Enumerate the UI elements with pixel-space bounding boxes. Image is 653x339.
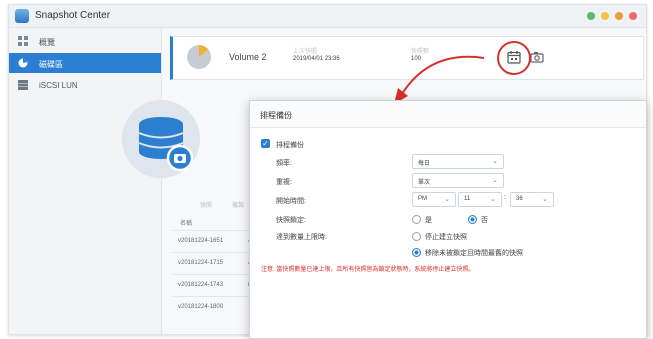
schedule-backup-dialog: 排程備份 ✓ 排程備份 頻率: 每日 ⌄ 重複: 單次 ⌄ 開始時間: PM ⌄… xyxy=(249,100,647,339)
lock-no-radio[interactable] xyxy=(468,215,477,224)
chevron-down-icon: ⌄ xyxy=(542,196,548,203)
sidebar-item-volume[interactable]: 磁碟區 xyxy=(9,53,161,73)
frequency-select[interactable]: 每日 ⌄ xyxy=(412,154,504,169)
sidebar-item-label: 磁碟區 xyxy=(39,60,63,69)
lock-yes-label: 是 xyxy=(425,217,432,224)
window-button-orange[interactable] xyxy=(615,12,623,20)
ampm-value: PM xyxy=(418,196,427,202)
remove-oldest-label: 移除未被鎖定且時間最舊的快照 xyxy=(425,250,523,257)
volume-icon xyxy=(18,58,28,68)
sidebar-item-label: iSCSI LUN xyxy=(39,81,78,90)
highlight-circle xyxy=(497,41,531,75)
stop-creating-radio[interactable] xyxy=(412,232,421,241)
overview-icon xyxy=(18,36,28,46)
repeat-value: 單次 xyxy=(418,180,431,186)
last-snapshot-value: 2019/04/01 23:36 xyxy=(293,56,340,62)
sidebar-item-iscsi-lun[interactable]: iSCSI LUN xyxy=(9,75,161,95)
sidebar-item-label: 概覽 xyxy=(39,38,55,47)
snapshot-center-logo-icon xyxy=(15,9,29,23)
snapshot-name: v20181224-1800 xyxy=(178,304,224,310)
dialog-title-bar: 排程備份 xyxy=(250,101,646,128)
lock-no-label: 否 xyxy=(481,217,488,224)
volume-name: Volume 2 xyxy=(229,52,267,62)
sidebar: 概覽 磁碟區 iSCSI LUN xyxy=(9,28,162,334)
snapshot-lock-label: 快照鎖定: xyxy=(276,217,306,224)
stop-creating-label: 停止建立快照 xyxy=(425,234,467,241)
volume-usage-icon xyxy=(187,45,211,69)
minute-value: 36 xyxy=(516,196,523,202)
frequency-label: 頻率: xyxy=(276,160,292,167)
start-time-label: 開始時間: xyxy=(276,198,306,205)
chevron-down-icon: ⌄ xyxy=(492,177,498,184)
enable-schedule-checkbox[interactable]: ✓ xyxy=(261,139,270,148)
hour-value: 11 xyxy=(464,196,471,202)
limit-reached-label: 達到數量上限時: xyxy=(276,234,327,241)
table-header-name: 名稱 xyxy=(180,221,193,227)
minute-select[interactable]: 36 ⌄ xyxy=(510,192,554,207)
enable-schedule-label: 排程備份 xyxy=(276,142,304,149)
snapshot-database-icon-bg xyxy=(122,100,200,178)
frequency-value: 每日 xyxy=(418,161,431,167)
remove-oldest-radio[interactable] xyxy=(412,248,421,257)
snapshot-name: v20181224-1651 xyxy=(178,238,224,244)
chevron-down-icon: ⌄ xyxy=(444,196,450,203)
dialog-title: 排程備份 xyxy=(260,111,292,120)
database-camera-icon xyxy=(138,117,194,172)
snapshot-name: v20181224-1715 xyxy=(178,260,224,266)
take-snapshot-camera-icon[interactable] xyxy=(530,51,544,63)
sidebar-item-overview[interactable]: 概覽 xyxy=(9,31,161,51)
warning-note: 注意: 當快照數量已達上限，且所有快照皆為鎖定狀態時，系統將停止建立快照。 xyxy=(261,267,475,273)
tab-snapshots[interactable]: 快照 xyxy=(200,200,212,209)
snapshot-name: v20181224-1743 xyxy=(178,282,224,288)
chevron-down-icon: ⌄ xyxy=(490,196,496,203)
window-button-green[interactable] xyxy=(587,12,595,20)
last-snapshot-label: 上次快照 xyxy=(293,49,318,55)
title-bar: Snapshot Center xyxy=(9,5,646,28)
tab-clones[interactable]: 複製 xyxy=(232,200,244,209)
hour-select[interactable]: 11 ⌄ xyxy=(458,192,502,207)
lock-yes-radio[interactable] xyxy=(412,215,421,224)
window-button-yellow[interactable] xyxy=(601,12,609,20)
lun-icon xyxy=(18,80,28,90)
repeat-label: 重複: xyxy=(276,179,292,186)
chevron-down-icon: ⌄ xyxy=(492,158,498,165)
ampm-select[interactable]: PM ⌄ xyxy=(412,192,456,207)
time-colon: : xyxy=(504,194,506,201)
app-title: Snapshot Center xyxy=(35,10,111,21)
window-button-red[interactable] xyxy=(629,12,637,20)
repeat-select[interactable]: 單次 ⌄ xyxy=(412,173,504,188)
